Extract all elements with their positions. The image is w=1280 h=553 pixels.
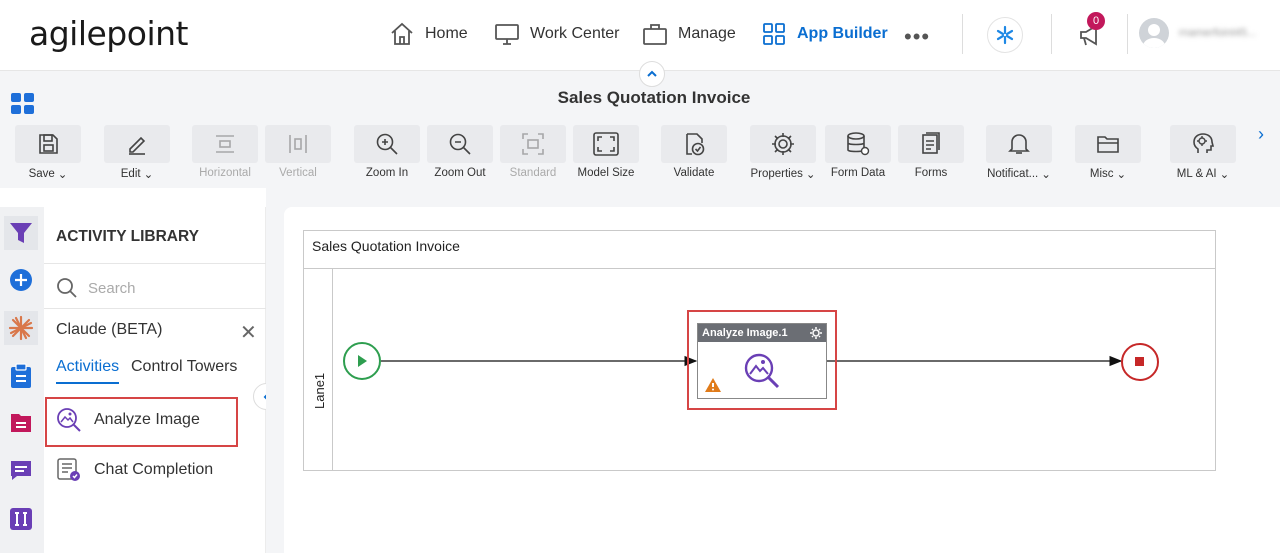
collapse-header-button[interactable] <box>639 61 665 87</box>
start-event[interactable] <box>343 342 381 380</box>
highlight-box <box>687 310 837 410</box>
flow-connectors <box>343 342 1159 381</box>
chevron-up-icon <box>647 70 657 77</box>
end-event[interactable] <box>1121 343 1159 381</box>
